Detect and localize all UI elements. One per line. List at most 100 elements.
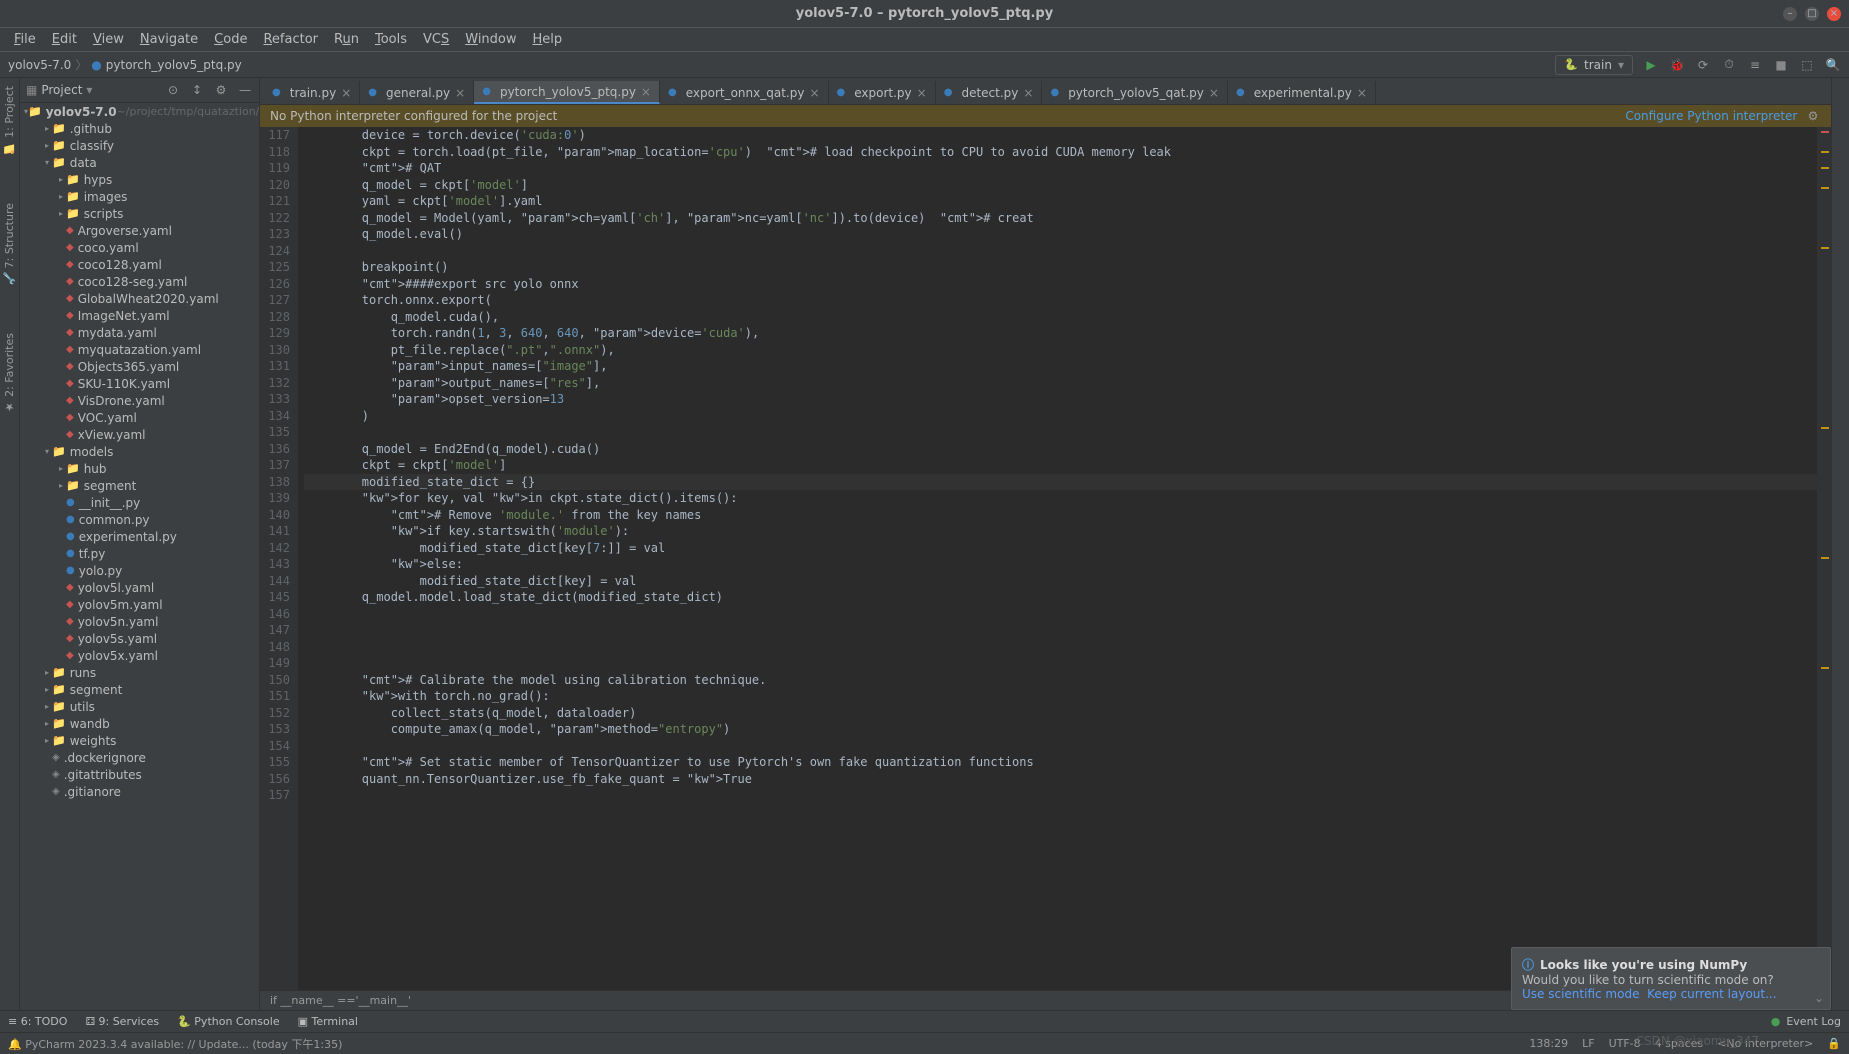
maximize-button[interactable]: □	[1805, 7, 1819, 21]
update-icon[interactable]: ⬚	[1799, 57, 1815, 73]
tree-item[interactable]: ◆coco128-seg.yaml	[20, 273, 259, 290]
menu-tools[interactable]: Tools	[369, 30, 413, 49]
menu-vcs[interactable]: VCS	[417, 30, 455, 49]
menu-window[interactable]: Window	[459, 30, 522, 49]
editor-tab[interactable]: ●export.py×	[829, 81, 936, 104]
menu-run[interactable]: Run	[328, 30, 365, 49]
close-tab-icon[interactable]: ×	[917, 86, 927, 100]
settings-icon[interactable]: ⚙	[213, 82, 229, 98]
expand-all-icon[interactable]: ↕	[189, 82, 205, 98]
python-console-tab[interactable]: 🐍 Python Console	[177, 1015, 280, 1028]
close-tab-icon[interactable]: ×	[809, 86, 819, 100]
menu-refactor[interactable]: Refactor	[257, 30, 324, 49]
tree-item[interactable]: ▾📁models	[20, 443, 259, 460]
tree-item[interactable]: ◆yolov5s.yaml	[20, 630, 259, 647]
menu-view[interactable]: View	[87, 30, 130, 49]
attach-icon[interactable]: ≡	[1747, 57, 1763, 73]
close-tab-icon[interactable]: ×	[1209, 86, 1219, 100]
tree-item[interactable]: ▸📁weights	[20, 732, 259, 749]
status-caret-pos[interactable]: 138:29	[1529, 1037, 1568, 1050]
select-opened-file-icon[interactable]: ⊙	[165, 82, 181, 98]
run-coverage-icon[interactable]: ⟳	[1695, 57, 1711, 73]
breadcrumb[interactable]: yolov5-7.0 〉 ● pytorch_yolov5_ptq.py	[8, 56, 242, 73]
editor-tab[interactable]: ●pytorch_yolov5_ptq.py×	[474, 81, 660, 104]
menu-code[interactable]: Code	[208, 30, 253, 49]
tree-item[interactable]: ▾📁data	[20, 154, 259, 171]
hide-icon[interactable]: —	[237, 82, 253, 98]
tree-item[interactable]: ◆VisDrone.yaml	[20, 392, 259, 409]
tree-root[interactable]: ▾📁yolov5-7.0 ~/project/tmp/quataztion/	[20, 103, 259, 120]
status-lock-icon[interactable]: 🔒	[1827, 1037, 1841, 1050]
menu-edit[interactable]: Edit	[46, 30, 83, 49]
search-everywhere-icon[interactable]: 🔍	[1825, 57, 1841, 73]
tree-item[interactable]: ▸📁wandb	[20, 715, 259, 732]
menu-file[interactable]: File	[8, 30, 42, 49]
use-scientific-link[interactable]: Use scientific mode	[1522, 987, 1639, 1001]
tree-item[interactable]: ◆mydata.yaml	[20, 324, 259, 341]
editor-tab[interactable]: ●general.py×	[360, 81, 474, 104]
tree-item[interactable]: ▸📁images	[20, 188, 259, 205]
tree-item[interactable]: ◆Objects365.yaml	[20, 358, 259, 375]
tree-item[interactable]: ◈.gitattributes	[20, 766, 259, 783]
tree-item[interactable]: ▸📁hyps	[20, 171, 259, 188]
tree-item[interactable]: ▸📁hub	[20, 460, 259, 477]
tree-item[interactable]: ●yolo.py	[20, 562, 259, 579]
breadcrumb-file[interactable]: pytorch_yolov5_ptq.py	[106, 58, 242, 72]
chevron-down-icon[interactable]: ⌄	[1814, 991, 1824, 1005]
status-encoding[interactable]: UTF-8	[1609, 1037, 1641, 1050]
tree-item[interactable]: ◆ImageNet.yaml	[20, 307, 259, 324]
tree-item[interactable]: ◈.gitianore	[20, 783, 259, 800]
close-tab-icon[interactable]: ×	[1357, 86, 1367, 100]
tree-item[interactable]: ◆Argoverse.yaml	[20, 222, 259, 239]
tool-project-tab[interactable]: 📁 1: Project	[3, 82, 16, 159]
menu-navigate[interactable]: Navigate	[134, 30, 204, 49]
tree-item[interactable]: ◆GlobalWheat2020.yaml	[20, 290, 259, 307]
tree-item[interactable]: ◆xView.yaml	[20, 426, 259, 443]
minimize-button[interactable]: –	[1783, 7, 1797, 21]
run-icon[interactable]: ▶	[1643, 57, 1659, 73]
terminal-tab[interactable]: ▣ Terminal	[298, 1015, 358, 1028]
close-tab-icon[interactable]: ×	[641, 85, 651, 99]
tree-item[interactable]: ◆VOC.yaml	[20, 409, 259, 426]
tree-item[interactable]: ◆yolov5n.yaml	[20, 613, 259, 630]
stop-icon[interactable]: ■	[1773, 57, 1789, 73]
tool-structure-tab[interactable]: 🔧 7: Structure	[3, 199, 16, 289]
close-tab-icon[interactable]: ×	[455, 86, 465, 100]
tree-item[interactable]: ◆myquatazation.yaml	[20, 341, 259, 358]
status-indent[interactable]: 4 spaces	[1655, 1037, 1704, 1050]
editor-tab[interactable]: ●train.py×	[264, 81, 360, 104]
status-interpreter[interactable]: <No interpreter>	[1717, 1037, 1813, 1050]
tree-item[interactable]: ◆SKU-110K.yaml	[20, 375, 259, 392]
event-log-tab[interactable]: Event Log	[1786, 1015, 1841, 1028]
editor-tab[interactable]: ●export_onnx_qat.py×	[660, 81, 829, 104]
todo-tab[interactable]: ≡ 6: TODO	[8, 1015, 67, 1028]
tree-item[interactable]: ◆coco128.yaml	[20, 256, 259, 273]
warning-settings-icon[interactable]: ⚙	[1805, 108, 1821, 124]
tree-item[interactable]: ●experimental.py	[20, 528, 259, 545]
tree-item[interactable]: ◆coco.yaml	[20, 239, 259, 256]
tree-item[interactable]: ●__init__.py	[20, 494, 259, 511]
tree-item[interactable]: ◆yolov5l.yaml	[20, 579, 259, 596]
editor-tab[interactable]: ●experimental.py×	[1228, 81, 1376, 104]
status-update[interactable]: PyCharm 2023.3.4 available: // Update...…	[25, 1038, 342, 1051]
tree-item[interactable]: ◆yolov5m.yaml	[20, 596, 259, 613]
tree-item[interactable]: ▸📁runs	[20, 664, 259, 681]
run-config-selector[interactable]: train ▾	[1555, 55, 1633, 75]
debug-icon[interactable]: 🐞	[1669, 57, 1685, 73]
close-tab-icon[interactable]: ×	[1023, 86, 1033, 100]
tool-favorites-tab[interactable]: ★ 2: Favorites	[3, 329, 16, 417]
close-tab-icon[interactable]: ×	[341, 86, 351, 100]
code-editor[interactable]: 1171181191201211221231241251261271281291…	[260, 127, 1831, 990]
configure-interpreter-link[interactable]: Configure Python interpreter	[1625, 109, 1797, 123]
editor-tab[interactable]: ●detect.py×	[936, 81, 1043, 104]
tree-item[interactable]: ▸📁classify	[20, 137, 259, 154]
tree-item[interactable]: ◆yolov5x.yaml	[20, 647, 259, 664]
services-tab[interactable]: ⚃ 9: Services	[85, 1015, 159, 1028]
tree-item[interactable]: ◈.dockerignore	[20, 749, 259, 766]
profiler-icon[interactable]: ⏱	[1721, 57, 1737, 73]
keep-layout-link[interactable]: Keep current layout...	[1647, 987, 1776, 1001]
editor-tab[interactable]: ●pytorch_yolov5_qat.py×	[1042, 81, 1228, 104]
tree-item[interactable]: ▸📁scripts	[20, 205, 259, 222]
tree-item[interactable]: ●common.py	[20, 511, 259, 528]
tree-item[interactable]: ▸📁segment	[20, 681, 259, 698]
